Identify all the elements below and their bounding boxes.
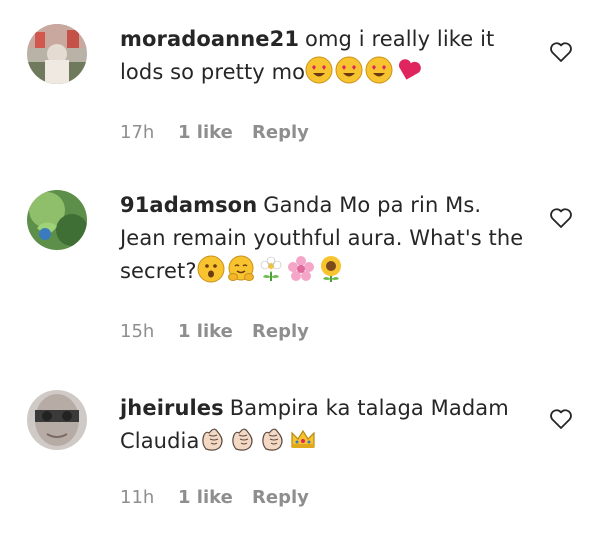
- avatar[interactable]: [27, 190, 87, 250]
- heart-eyes-face-icon: [365, 56, 393, 84]
- clapping-hands-icon: [229, 425, 257, 453]
- like-heart-icon[interactable]: [549, 41, 573, 63]
- comment-emojis: [197, 255, 345, 283]
- heart-eyes-face-icon: [335, 56, 363, 84]
- comment-emojis: [305, 56, 423, 84]
- like-heart-icon[interactable]: [549, 207, 573, 229]
- blossom-icon: [257, 255, 285, 283]
- surprised-face-icon: [197, 255, 225, 283]
- reply-button[interactable]: Reply: [252, 122, 309, 143]
- comment-time: 15h: [120, 321, 155, 342]
- like-heart-icon[interactable]: [549, 408, 573, 430]
- crown-icon: [289, 425, 317, 453]
- comment-username[interactable]: 91adamson: [120, 193, 257, 217]
- comment-likes[interactable]: 1 like: [178, 122, 252, 143]
- comment-time: 17h: [120, 122, 155, 143]
- avatar[interactable]: [27, 390, 87, 450]
- hugging-face-icon: [227, 255, 255, 283]
- red-heart-icon: [395, 56, 423, 84]
- sunflower-icon: [317, 255, 345, 283]
- clapping-hands-icon: [199, 425, 227, 453]
- heart-eyes-face-icon: [305, 56, 333, 84]
- reply-button[interactable]: Reply: [252, 487, 309, 508]
- comment-username[interactable]: jheirules: [120, 396, 224, 420]
- comment-username[interactable]: moradoanne21: [120, 27, 299, 51]
- avatar[interactable]: [27, 24, 87, 84]
- cherry-blossom-icon: [287, 255, 315, 283]
- comment-likes[interactable]: 1 like: [178, 487, 252, 508]
- clapping-hands-icon: [259, 425, 287, 453]
- comment-time: 11h: [120, 487, 155, 508]
- comment-emojis: [199, 425, 317, 453]
- reply-button[interactable]: Reply: [252, 321, 309, 342]
- comment-likes[interactable]: 1 like: [178, 321, 252, 342]
